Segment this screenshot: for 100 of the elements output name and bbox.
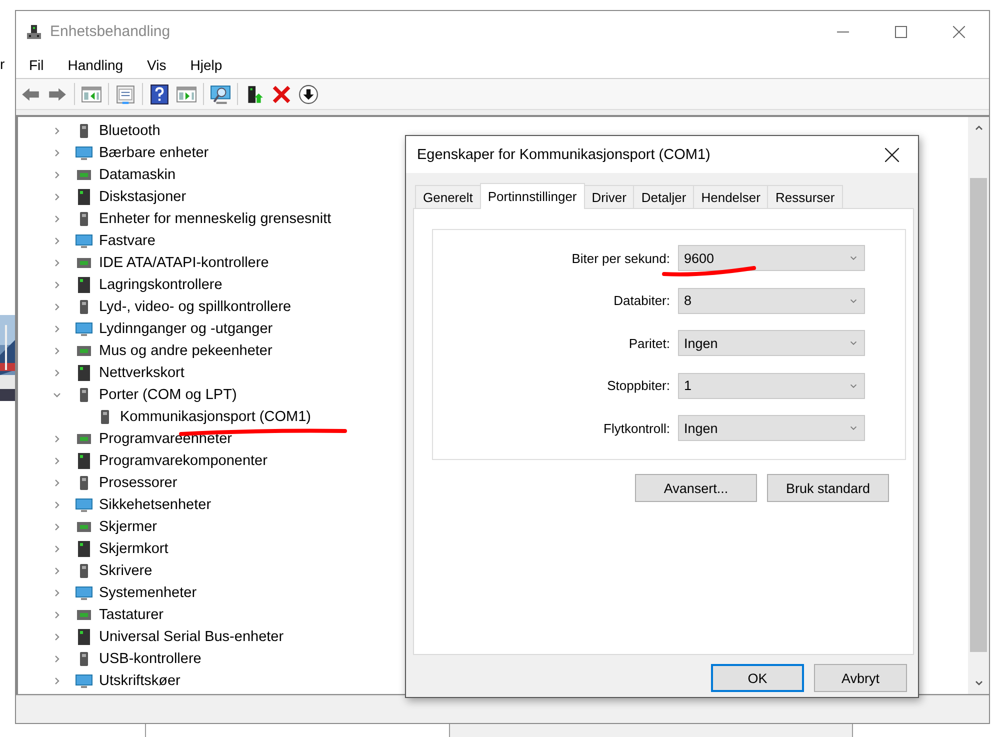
device-icon	[75, 144, 93, 162]
tree-item[interactable]: Bluetooth	[99, 123, 160, 139]
device-icon	[75, 628, 93, 646]
chevron-icon[interactable]	[52, 654, 62, 664]
tree-item[interactable]: Utskriftskøer	[99, 673, 180, 689]
tab[interactable]: Detaljer	[633, 185, 694, 208]
tree-item[interactable]: Skjermer	[99, 519, 158, 535]
tab[interactable]: Portinnstillinger	[480, 183, 585, 209]
chevron-icon[interactable]	[52, 632, 62, 642]
chevron-icon[interactable]	[52, 456, 62, 466]
tree-item[interactable]: Diskstasjoner	[99, 189, 186, 205]
down-arrow-circle-icon[interactable]	[298, 84, 319, 104]
device-icon	[75, 364, 93, 382]
device-icon	[75, 496, 93, 514]
chevron-icon[interactable]	[52, 588, 62, 598]
chevron-icon[interactable]	[52, 302, 62, 312]
dropdown[interactable]: Ingen	[678, 330, 865, 356]
tree-item[interactable]: Tastaturer	[99, 607, 164, 623]
dropdown[interactable]: 1	[678, 372, 865, 398]
scroll-thumb[interactable]	[970, 178, 987, 652]
tree-item[interactable]: IDE ATA/ATAPI-kontrollere	[99, 255, 269, 271]
device-icon	[75, 276, 93, 294]
scroll-down-icon[interactable]	[974, 678, 984, 688]
device-icon	[75, 452, 93, 470]
window-panel-icon[interactable]	[176, 84, 197, 104]
tree-item[interactable]: Datamaskin	[99, 167, 176, 183]
setting-label: Databiter:	[612, 293, 671, 308]
tree-item[interactable]: Prosessorer	[99, 475, 178, 491]
tab[interactable]: Generelt	[415, 185, 481, 208]
tree-item[interactable]: Lydinnganger og -utganger	[99, 321, 273, 337]
tree-item[interactable]: Fastvare	[99, 233, 156, 249]
menu-item[interactable]: Handling	[60, 55, 130, 75]
chevron-icon[interactable]	[52, 390, 62, 400]
chevron-icon[interactable]	[52, 610, 62, 620]
tree-item[interactable]: Mus og andre pekeenheter	[99, 343, 272, 359]
dropdown[interactable]: 9600	[678, 245, 865, 271]
device-icon	[75, 320, 93, 338]
chevron-icon[interactable]	[52, 500, 62, 510]
setting-label: Biter per sekund:	[570, 250, 671, 266]
chevron-icon[interactable]	[52, 236, 62, 246]
chevron-icon[interactable]	[52, 148, 62, 158]
tree-item[interactable]: Nettverkskort	[99, 365, 184, 381]
device-icon	[26, 24, 42, 40]
chevron-icon[interactable]	[52, 434, 62, 444]
chevron-icon[interactable]	[52, 126, 62, 136]
chevron-icon[interactable]	[52, 170, 62, 180]
tree-item[interactable]: Kommunikasjonsport (COM1)	[120, 409, 311, 425]
tree-item[interactable]: Programvarekomponenter	[99, 453, 268, 469]
window-title: Enhetsbehandling	[50, 23, 170, 40]
tree-item[interactable]: Sikkehetsenheter	[99, 497, 212, 513]
delete-icon[interactable]	[271, 84, 292, 104]
menu-item[interactable]: Vis	[140, 55, 174, 75]
chevron-icon[interactable]	[52, 192, 62, 202]
tree-item[interactable]: Skrivere	[99, 563, 152, 579]
chevron-icon[interactable]	[52, 544, 62, 554]
chevron-icon[interactable]	[52, 566, 62, 576]
dialog-button[interactable]: Avbryt	[814, 664, 907, 692]
device-icon	[75, 584, 93, 602]
dropdown[interactable]: Ingen	[678, 415, 865, 441]
device-icon	[75, 540, 93, 558]
maximize-icon[interactable]	[895, 26, 907, 38]
tree-item[interactable]: USB-kontrollere	[99, 651, 202, 667]
chevron-icon[interactable]	[52, 368, 62, 378]
window-panel-icon[interactable]	[81, 84, 102, 104]
tree-item[interactable]: Lyd-, video- og spillkontrollere	[99, 299, 292, 315]
tree-item[interactable]: Skjermkort	[99, 541, 168, 557]
setting-label: Stoppbiter:	[606, 378, 671, 393]
scrollbar[interactable]	[968, 117, 989, 694]
device-icon	[75, 232, 93, 250]
device-icon	[75, 188, 93, 206]
tree-item[interactable]: Porter (COM og LPT)	[99, 387, 237, 403]
chevron-icon[interactable]	[52, 522, 62, 532]
chevron-icon[interactable]	[52, 324, 62, 334]
device-icon	[75, 672, 93, 690]
tree-item[interactable]: Enheter for menneskelig grensesnitt	[99, 211, 332, 227]
tree-item[interactable]: Systemenheter	[99, 585, 197, 601]
tree-item[interactable]: Bærbare enheter	[99, 145, 209, 161]
tree-item[interactable]: Universal Serial Bus-enheter	[99, 629, 284, 645]
properties-icon[interactable]	[115, 84, 136, 104]
dialog-button[interactable]: OK	[711, 664, 804, 692]
chevron-icon[interactable]	[52, 346, 62, 356]
chevron-icon[interactable]	[52, 676, 62, 686]
monitor-search-icon[interactable]	[210, 84, 231, 104]
chevron-icon[interactable]	[52, 478, 62, 488]
tab[interactable]: Ressurser	[767, 185, 843, 208]
help-icon[interactable]	[149, 84, 170, 104]
chevron-icon[interactable]	[52, 258, 62, 268]
chevron-icon[interactable]	[52, 214, 62, 224]
chevron-icon[interactable]	[52, 280, 62, 290]
setting-label: Flytkontroll:	[602, 420, 671, 436]
tree-item[interactable]: Programvareenheter	[99, 431, 232, 447]
menu-item[interactable]: Hjelp	[183, 55, 230, 75]
close-icon[interactable]	[885, 148, 899, 162]
menu-item[interactable]: Fil	[22, 55, 51, 75]
dialog-title: Egenskaper for Kommunikasjonsport (COM1)	[417, 146, 712, 162]
background-text: r	[0, 56, 5, 72]
dropdown[interactable]: 8	[678, 288, 865, 314]
panel-button[interactable]: Bruk standard	[767, 474, 889, 502]
tree-item[interactable]: Lagringskontrollere	[99, 277, 222, 293]
panel-button[interactable]: Avansert...	[635, 474, 757, 502]
